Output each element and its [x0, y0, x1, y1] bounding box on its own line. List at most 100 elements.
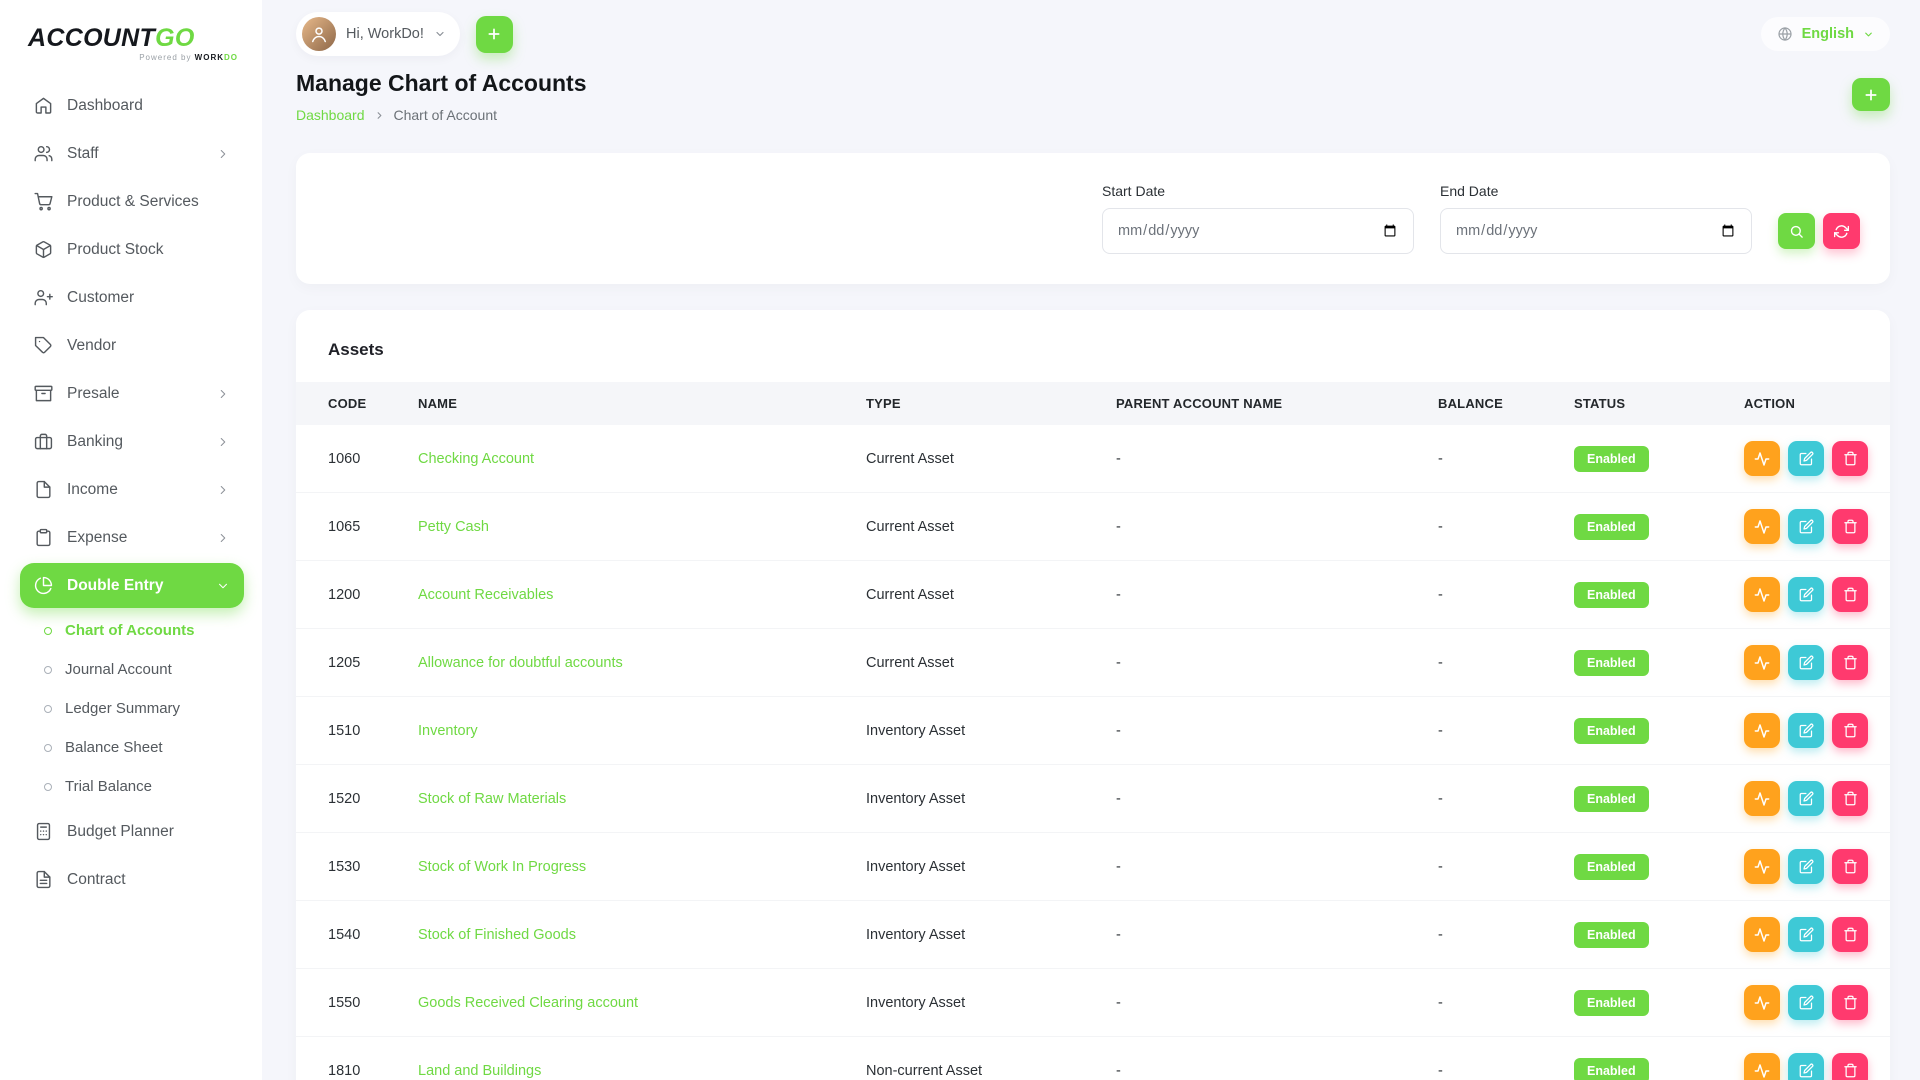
sidebar-item-label: Contract — [67, 871, 126, 889]
sidebar-subitem-ledger-summary[interactable]: Ledger Summary — [20, 689, 244, 728]
account-name-link[interactable]: Checking Account — [418, 451, 534, 467]
accounts-table: CODENAMETYPEPARENT ACCOUNT NAMEBALANCEST… — [296, 382, 1890, 1080]
content: Start Date End Date Assets — [262, 123, 1920, 1080]
edit-button[interactable] — [1788, 713, 1824, 748]
cell-code: 1810 — [296, 1037, 408, 1080]
account-name-link[interactable]: Stock of Finished Goods — [418, 927, 576, 943]
edit-button[interactable] — [1788, 645, 1824, 680]
edit-button[interactable] — [1788, 917, 1824, 952]
brand-tagline: Powered by WORKDO — [28, 54, 238, 62]
edit-button[interactable] — [1788, 441, 1824, 476]
edit-button[interactable] — [1788, 509, 1824, 544]
status-badge: Enabled — [1574, 854, 1649, 880]
delete-button[interactable] — [1832, 781, 1868, 816]
ledger-chart-button[interactable] — [1744, 985, 1780, 1020]
chevron-right-icon — [216, 483, 230, 497]
delete-button[interactable] — [1832, 509, 1868, 544]
sidebar-item-presale[interactable]: Presale — [20, 371, 244, 416]
delete-button[interactable] — [1832, 577, 1868, 612]
sidebar-item-double-entry[interactable]: Double Entry — [20, 563, 244, 608]
sidebar-item-product-services[interactable]: Product & Services — [20, 179, 244, 224]
account-name-link[interactable]: Land and Buildings — [418, 1063, 541, 1079]
account-name-link[interactable]: Allowance for doubtful accounts — [418, 655, 623, 671]
cell-balance: - — [1428, 901, 1564, 969]
cell-parent-account: - — [1106, 833, 1428, 901]
sidebar-item-budget-planner[interactable]: Budget Planner — [20, 809, 244, 854]
edit-button[interactable] — [1788, 781, 1824, 816]
sidebar-item-vendor[interactable]: Vendor — [20, 323, 244, 368]
edit-button[interactable] — [1788, 849, 1824, 884]
delete-button[interactable] — [1832, 1053, 1868, 1080]
delete-button[interactable] — [1832, 713, 1868, 748]
account-name-link[interactable]: Stock of Work In Progress — [418, 859, 586, 875]
start-date-input[interactable] — [1102, 208, 1414, 254]
table-row: 1510InventoryInventory Asset--Enabled — [296, 697, 1890, 765]
sidebar-item-expense[interactable]: Expense — [20, 515, 244, 560]
sidebar-subitem-trial-balance[interactable]: Trial Balance — [20, 767, 244, 806]
ledger-chart-button[interactable] — [1744, 645, 1780, 680]
quick-add-button[interactable] — [476, 16, 513, 53]
breadcrumb-dashboard-link[interactable]: Dashboard — [296, 107, 365, 123]
ledger-chart-button[interactable] — [1744, 917, 1780, 952]
sidebar-subitem-journal-account[interactable]: Journal Account — [20, 650, 244, 689]
cell-type: Inventory Asset — [856, 697, 1106, 765]
cell-balance: - — [1428, 561, 1564, 629]
sidebar: ACCOUNTGO Powered by WORKDO Dashboard Sta… — [0, 0, 262, 1080]
cell-code: 1530 — [296, 833, 408, 901]
delete-button[interactable] — [1832, 985, 1868, 1020]
search-button[interactable] — [1778, 213, 1815, 249]
cell-type: Non-current Asset — [856, 1037, 1106, 1080]
chevron-down-icon — [216, 579, 230, 593]
ledger-chart-button[interactable] — [1744, 509, 1780, 544]
sidebar-subitem-label: Journal Account — [65, 661, 172, 678]
delete-button[interactable] — [1832, 645, 1868, 680]
account-name-link[interactable]: Stock of Raw Materials — [418, 791, 566, 807]
edit-button[interactable] — [1788, 1053, 1824, 1080]
add-account-button[interactable] — [1852, 78, 1890, 111]
cell-type: Current Asset — [856, 629, 1106, 697]
sidebar-item-customer[interactable]: Customer — [20, 275, 244, 320]
cell-code: 1510 — [296, 697, 408, 765]
sidebar-item-banking[interactable]: Banking — [20, 419, 244, 464]
sidebar-item-label: Income — [67, 481, 118, 499]
column-header-name: NAME — [408, 382, 856, 425]
sidebar-item-staff[interactable]: Staff — [20, 131, 244, 176]
account-name-link[interactable]: Petty Cash — [418, 519, 489, 535]
account-name-link[interactable]: Inventory — [418, 723, 478, 739]
status-badge: Enabled — [1574, 650, 1649, 676]
ledger-chart-button[interactable] — [1744, 1053, 1780, 1080]
sidebar-item-contract[interactable]: Contract — [20, 857, 244, 902]
sidebar-item-income[interactable]: Income — [20, 467, 244, 512]
assets-card: Assets CODENAMETYPEPARENT ACCOUNT NAMEBA… — [296, 310, 1890, 1080]
delete-button[interactable] — [1832, 441, 1868, 476]
edit-button[interactable] — [1788, 577, 1824, 612]
language-selector[interactable]: English — [1761, 17, 1890, 51]
sidebar-subitem-balance-sheet[interactable]: Balance Sheet — [20, 728, 244, 767]
account-name-link[interactable]: Goods Received Clearing account — [418, 995, 638, 1011]
cell-balance: - — [1428, 969, 1564, 1037]
ledger-chart-button[interactable] — [1744, 441, 1780, 476]
sidebar-item-dashboard[interactable]: Dashboard — [20, 83, 244, 128]
status-badge: Enabled — [1574, 786, 1649, 812]
account-name-link[interactable]: Account Receivables — [418, 587, 553, 603]
cell-parent-account: - — [1106, 1037, 1428, 1080]
delete-button[interactable] — [1832, 849, 1868, 884]
delete-button[interactable] — [1832, 917, 1868, 952]
bullet-icon — [44, 627, 52, 635]
reset-button[interactable] — [1823, 213, 1860, 249]
edit-button[interactable] — [1788, 985, 1824, 1020]
end-date-input[interactable] — [1440, 208, 1752, 254]
sidebar-subitem-chart-of-accounts[interactable]: Chart of Accounts — [20, 611, 244, 650]
ledger-chart-button[interactable] — [1744, 849, 1780, 884]
ledger-chart-button[interactable] — [1744, 713, 1780, 748]
ledger-chart-button[interactable] — [1744, 781, 1780, 816]
package-icon — [34, 240, 53, 259]
cell-code: 1065 — [296, 493, 408, 561]
sidebar-item-label: Staff — [67, 145, 99, 163]
sidebar-subitem-label: Ledger Summary — [65, 700, 180, 717]
sidebar-item-product-stock[interactable]: Product Stock — [20, 227, 244, 272]
ledger-chart-button[interactable] — [1744, 577, 1780, 612]
brand-logo[interactable]: ACCOUNTGO Powered by WORKDO — [20, 20, 244, 80]
cell-parent-account: - — [1106, 629, 1428, 697]
user-menu[interactable]: Hi, WorkDo! — [296, 12, 460, 56]
